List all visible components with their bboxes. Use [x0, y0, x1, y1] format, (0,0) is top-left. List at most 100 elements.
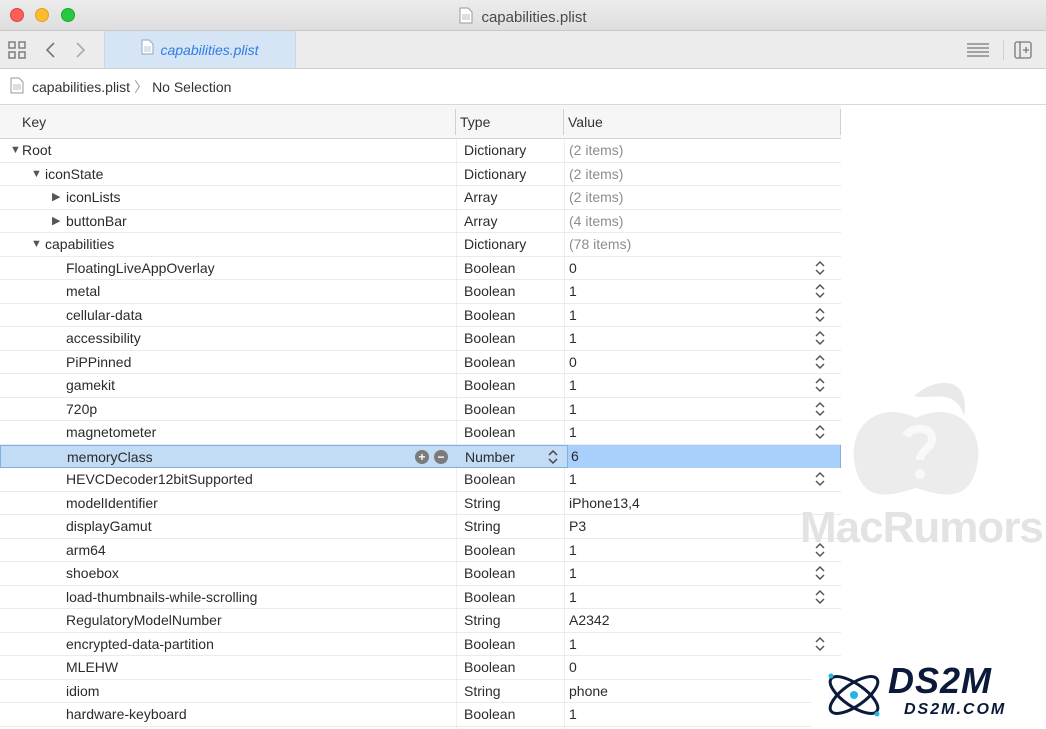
row-value[interactable]: iPhone13,4	[569, 492, 640, 514]
row-type[interactable]: Boolean	[464, 633, 515, 655]
row-value[interactable]: 1	[569, 703, 577, 725]
row-key[interactable]: idiom	[66, 680, 99, 702]
row-value[interactable]: 1	[569, 633, 577, 655]
row-value[interactable]: (2 items)	[569, 186, 623, 208]
row-value[interactable]: 0	[569, 656, 577, 678]
table-row[interactable]: gamekit Boolean 1	[0, 374, 841, 398]
table-row[interactable]: ▶ buttonBar Array (4 items)	[0, 210, 841, 233]
row-value[interactable]: 1	[569, 421, 577, 443]
row-key[interactable]: FloatingLiveAppOverlay	[66, 257, 215, 279]
forward-chevron-icon[interactable]	[75, 40, 87, 60]
row-type[interactable]: Boolean	[464, 586, 515, 608]
row-value[interactable]: (2 items)	[569, 163, 623, 185]
row-value[interactable]: 1	[569, 327, 577, 349]
row-key[interactable]: arm64	[66, 539, 106, 561]
value-popup-chevrons-icon[interactable]	[815, 260, 825, 282]
row-type[interactable]: Boolean	[464, 562, 515, 584]
row-type[interactable]: Boolean	[464, 398, 515, 420]
row-type[interactable]: Boolean	[464, 327, 515, 349]
table-row[interactable]: magnetometer Boolean 1	[0, 421, 841, 445]
row-value[interactable]: (2 items)	[569, 139, 623, 161]
value-popup-chevrons-icon[interactable]	[815, 307, 825, 329]
disclosure-open-icon[interactable]: ▼	[10, 139, 21, 161]
row-key[interactable]: gamekit	[66, 374, 115, 396]
table-row[interactable]: ▼ capabilities Dictionary (78 items)	[0, 233, 841, 257]
row-type[interactable]: Dictionary	[464, 233, 526, 255]
table-row[interactable]: arm64 Boolean 1	[0, 539, 841, 562]
row-value[interactable]: 1	[569, 562, 577, 584]
remove-item-icon[interactable]: −	[434, 449, 448, 464]
row-key[interactable]: PiPPinned	[66, 351, 131, 373]
back-chevron-icon[interactable]	[44, 40, 56, 60]
table-row[interactable]: FloatingLiveAppOverlay Boolean 0	[0, 257, 841, 282]
row-value[interactable]: 1	[569, 374, 577, 396]
value-popup-chevrons-icon[interactable]	[815, 636, 825, 658]
row-type[interactable]: Dictionary	[464, 163, 526, 185]
row-type[interactable]: Dictionary	[464, 139, 526, 161]
tab-capabilities-plist[interactable]: capabilities.plist	[104, 31, 296, 68]
row-key[interactable]: HEVCDecoder12bitSupported	[66, 468, 253, 490]
table-row[interactable]: ▼ Root Dictionary (2 items)	[0, 139, 841, 163]
row-key[interactable]: RegulatoryModelNumber	[66, 609, 222, 631]
row-type[interactable]: Array	[464, 186, 497, 208]
row-key[interactable]: load-thumbnails-while-scrolling	[66, 586, 257, 608]
row-value[interactable]: 1	[569, 398, 577, 420]
row-key[interactable]: iconState	[45, 163, 103, 185]
row-key[interactable]: accessibility	[66, 327, 141, 349]
row-key[interactable]: buttonBar	[66, 210, 127, 232]
row-key[interactable]: metal	[66, 280, 100, 302]
table-row[interactable]: ▶ iconLists Array (2 items)	[0, 186, 841, 210]
table-row[interactable]: encrypted-data-partition Boolean 1	[0, 633, 841, 658]
row-key[interactable]: magnetometer	[66, 421, 156, 443]
table-row[interactable]: shoebox Boolean 1	[0, 562, 841, 586]
row-value[interactable]: (78 items)	[569, 233, 631, 255]
row-type[interactable]: Array	[464, 210, 497, 232]
table-row[interactable]: ▼ iconState Dictionary (2 items)	[0, 163, 841, 186]
row-type[interactable]: Boolean	[464, 656, 515, 678]
row-type[interactable]: Boolean	[464, 304, 515, 326]
row-type[interactable]: String	[464, 492, 501, 514]
value-popup-chevrons-icon[interactable]	[815, 354, 825, 376]
row-type[interactable]: Boolean	[464, 280, 515, 302]
table-row[interactable]: metal Boolean 1	[0, 280, 841, 304]
table-row[interactable]: modelIdentifier String iPhone13,4	[0, 492, 841, 515]
row-type[interactable]: Boolean	[464, 421, 515, 443]
table-row[interactable]: hardware-keyboard Boolean 1	[0, 703, 841, 727]
row-value[interactable]: phone	[569, 680, 608, 702]
table-row[interactable]: accessibility Boolean 1	[0, 327, 841, 351]
disclosure-closed-icon[interactable]: ▶	[52, 210, 60, 232]
row-key[interactable]: encrypted-data-partition	[66, 633, 214, 655]
row-value[interactable]: 1	[569, 468, 577, 490]
add-item-icon[interactable]: +	[415, 449, 429, 464]
row-value[interactable]: 1	[569, 304, 577, 326]
row-key[interactable]: capabilities	[45, 233, 114, 255]
row-value[interactable]: 1	[569, 539, 577, 561]
row-value[interactable]: (4 items)	[569, 210, 623, 232]
row-value[interactable]: A2342	[569, 609, 609, 631]
table-row[interactable]: PiPPinned Boolean 0	[0, 351, 841, 376]
row-key[interactable]: hardware-keyboard	[66, 703, 187, 725]
value-popup-chevrons-icon[interactable]	[815, 589, 825, 611]
column-header-value[interactable]: Value	[568, 114, 603, 130]
editor-options-icon[interactable]	[966, 40, 990, 60]
row-key[interactable]: iconLists	[66, 186, 120, 208]
table-row[interactable]: idiom String phone	[0, 680, 841, 703]
row-type[interactable]: Boolean	[464, 257, 515, 279]
add-editor-icon[interactable]	[1014, 40, 1032, 60]
grid-icon[interactable]	[8, 40, 26, 60]
row-type[interactable]: Boolean	[464, 468, 515, 490]
row-key[interactable]: Root	[22, 139, 52, 161]
row-key[interactable]: MLEHW	[66, 656, 118, 678]
disclosure-closed-icon[interactable]: ▶	[52, 186, 60, 208]
column-header-type[interactable]: Type	[460, 114, 490, 130]
row-key[interactable]: 720p	[66, 398, 97, 420]
row-type[interactable]: String	[464, 609, 501, 631]
table-row[interactable]: MLEHW Boolean 0	[0, 656, 841, 680]
table-row[interactable]: memoryClass + − Number 6	[0, 444, 841, 468]
row-value[interactable]: 0	[569, 351, 577, 373]
breadcrumb-selection[interactable]: No Selection	[152, 79, 231, 95]
row-type[interactable]: String	[464, 680, 501, 702]
breadcrumb-file[interactable]: capabilities.plist	[32, 79, 130, 95]
row-type[interactable]: Boolean	[464, 351, 515, 373]
row-value[interactable]: 1	[569, 586, 577, 608]
